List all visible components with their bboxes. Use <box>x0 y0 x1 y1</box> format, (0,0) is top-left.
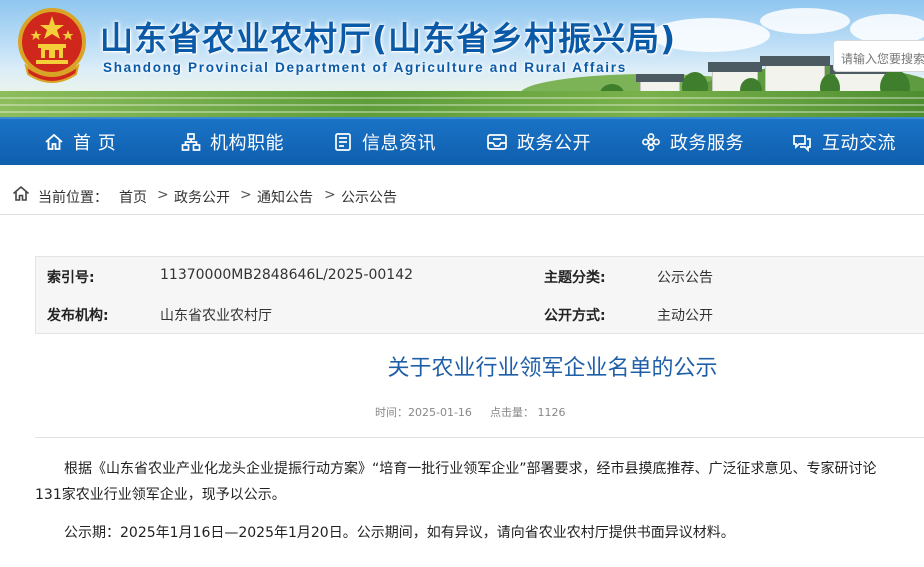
publish-time: 时间：2025-01-16 <box>375 406 472 419</box>
cloud-decoration <box>760 8 850 34</box>
article-paragraph-1-line-1: 根据《山东省农业产业化龙头企业提振行动方案》“培育一批行业领军企业”部署要求，经… <box>64 461 877 477</box>
breadcrumb-separator: > <box>240 187 252 203</box>
nav-item-label: 互动交流 <box>822 133 896 154</box>
field-row <box>0 104 924 106</box>
site-title: 山东省农业农村厅(山东省乡村振兴局) <box>100 19 677 58</box>
nav-item-label: 信息资讯 <box>362 133 436 154</box>
publisher-label: 发布机构: <box>47 308 109 324</box>
nav-item-label: 政务服务 <box>670 133 744 154</box>
article-paragraph-1-line-2: 131家农业行业领军企业，现予以公示。 <box>35 487 286 503</box>
breadcrumb-link-gov-affairs[interactable]: 政务公开 <box>174 187 230 207</box>
breadcrumb-link-notices[interactable]: 通知公告 <box>257 187 313 207</box>
document-info-table: 索引号: 11370000MB2848646L/2025-00142 主题分类:… <box>35 256 924 334</box>
roof-decoration <box>760 56 830 66</box>
divider <box>35 437 924 438</box>
index-no-value: 11370000MB2848646L/2025-00142 <box>160 267 414 283</box>
breadcrumb-link-public-notices[interactable]: 公示公告 <box>341 187 397 207</box>
disclosure-label: 公开方式: <box>544 308 606 324</box>
site-subtitle: Shandong Provincial Department of Agricu… <box>103 60 627 75</box>
breadcrumb-link-home[interactable]: 首页 <box>119 187 147 207</box>
index-no-label: 索引号: <box>47 270 95 286</box>
nav-item-label: 机构职能 <box>210 133 284 154</box>
article-title: 关于农业行业领军企业名单的公示 <box>387 356 718 381</box>
nav-item-organization[interactable]: 机构职能 <box>181 119 284 165</box>
main-nav: 首 页 机构职能 信息资讯 政务公开 政务服务 互动交流 <box>0 117 924 165</box>
publisher-value: 山东省农业农村厅 <box>160 308 272 324</box>
search-input[interactable]: 请输入您要搜索 <box>833 40 924 72</box>
nav-item-label: 政务公开 <box>517 133 591 154</box>
nav-item-home[interactable]: 首 页 <box>44 119 116 165</box>
article-paragraph-2: 公示期：2025年1月16日—2025年1月20日。公示期间，如有异议，请向省农… <box>64 525 735 541</box>
flower-icon <box>642 133 660 151</box>
nav-item-news[interactable]: 信息资讯 <box>333 119 436 165</box>
document-icon <box>335 133 351 151</box>
category-value: 公示公告 <box>657 270 713 286</box>
chat-icon <box>793 135 811 152</box>
nav-item-gov-services[interactable]: 政务服务 <box>641 119 744 165</box>
national-emblem-icon <box>16 6 88 84</box>
home-icon <box>45 133 63 150</box>
roof-decoration <box>708 62 762 72</box>
view-count: 点击量： 1126 <box>490 406 566 419</box>
disclosure-value: 主动公开 <box>657 308 713 324</box>
breadcrumb-label: 当前位置： <box>38 190 108 206</box>
breadcrumb: 当前位置： 首页 > 政务公开 > 通知公告 > 公示公告 <box>0 165 924 215</box>
org-chart-icon <box>181 133 201 151</box>
roof-decoration <box>636 74 684 82</box>
home-icon <box>12 185 30 201</box>
site-banner: 山东省农业农村厅(山东省乡村振兴局) Shandong Provincial D… <box>0 0 924 117</box>
category-label: 主题分类: <box>544 270 606 286</box>
nav-item-gov-affairs[interactable]: 政务公开 <box>486 119 591 165</box>
nav-item-interaction[interactable]: 互动交流 <box>791 119 896 165</box>
field-row <box>0 111 924 113</box>
inbox-icon <box>487 134 507 150</box>
field-row <box>0 97 924 99</box>
breadcrumb-separator: > <box>324 187 336 203</box>
nav-item-label: 首 页 <box>73 133 117 154</box>
breadcrumb-separator: > <box>157 187 169 203</box>
